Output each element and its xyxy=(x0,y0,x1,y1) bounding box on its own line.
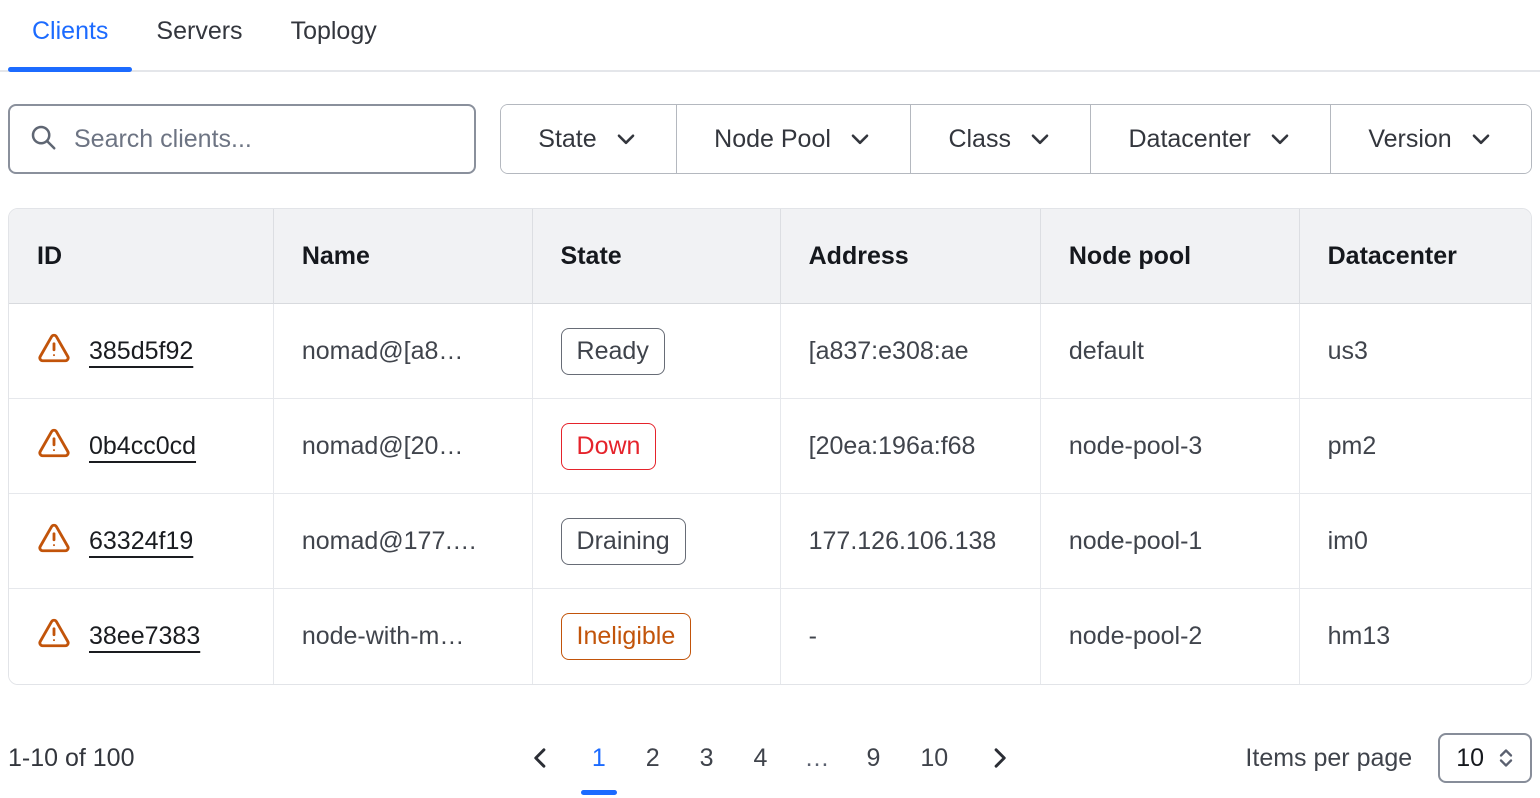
filter-datacenter-label: Datacenter xyxy=(1129,125,1251,154)
column-header-address: Address xyxy=(781,209,1041,304)
page-button-10[interactable]: 10 xyxy=(905,744,963,773)
column-header-state: State xyxy=(533,209,781,304)
client-node-pool: node-pool-2 xyxy=(1041,589,1300,684)
items-per-page-value: 10 xyxy=(1456,744,1484,773)
table-row[interactable]: 0b4cc0cd nomad@[20… Down [20ea:196a:f68 … xyxy=(9,399,1531,494)
filter-version-label: Version xyxy=(1368,125,1451,154)
filter-state-label: State xyxy=(538,125,596,154)
tab-bar: Clients Servers Toplogy xyxy=(0,0,1540,72)
column-header-id: ID xyxy=(9,209,274,304)
client-id-link[interactable]: 38ee7383 xyxy=(89,622,200,651)
pagination-bar: 1-10 of 100 1 2 3 4 … 9 10 Items per pag… xyxy=(0,725,1540,791)
pager: 1 2 3 4 … 9 10 xyxy=(515,736,1025,780)
warning-icon xyxy=(37,331,71,372)
client-node-pool: node-pool-1 xyxy=(1041,494,1300,589)
client-address: - xyxy=(781,589,1041,684)
filter-group: State Node Pool Class Datacenter Version xyxy=(500,104,1532,174)
client-address: [a837:e308:ae xyxy=(781,304,1041,399)
client-name: nomad@[a8… xyxy=(274,304,533,399)
tab-topology[interactable]: Toplogy xyxy=(267,17,401,70)
column-header-node-pool: Node pool xyxy=(1041,209,1300,304)
controls-row: State Node Pool Class Datacenter Version xyxy=(0,104,1540,174)
page-button-1[interactable]: 1 xyxy=(577,744,621,773)
filter-state-button[interactable]: State xyxy=(501,105,676,173)
chevron-left-icon xyxy=(527,744,555,772)
client-datacenter: im0 xyxy=(1300,494,1531,589)
page-button-4[interactable]: 4 xyxy=(739,744,783,773)
chevron-down-icon xyxy=(1468,126,1494,152)
client-id-link[interactable]: 0b4cc0cd xyxy=(89,432,196,461)
table-row[interactable]: 38ee7383 node-with-m… Ineligible - node-… xyxy=(9,589,1531,684)
client-address: [20ea:196a:f68 xyxy=(781,399,1041,494)
client-name: nomad@177.… xyxy=(274,494,533,589)
filter-node-pool-button[interactable]: Node Pool xyxy=(676,105,910,173)
warning-icon xyxy=(37,616,71,657)
chevron-down-icon xyxy=(1027,126,1053,152)
page-button-2[interactable]: 2 xyxy=(631,744,675,773)
items-per-page-label: Items per page xyxy=(1245,744,1412,773)
table-row[interactable]: 63324f19 nomad@177.… Draining 177.126.10… xyxy=(9,494,1531,589)
client-datacenter: us3 xyxy=(1300,304,1531,399)
client-node-pool: default xyxy=(1041,304,1300,399)
state-badge: Ready xyxy=(561,328,665,375)
filter-class-button[interactable]: Class xyxy=(910,105,1090,173)
chevron-up-down-icon xyxy=(1494,746,1518,770)
client-id-link[interactable]: 385d5f92 xyxy=(89,337,193,366)
client-name: node-with-m… xyxy=(274,589,533,684)
column-header-name: Name xyxy=(274,209,533,304)
client-node-pool: node-pool-3 xyxy=(1041,399,1300,494)
chevron-down-icon xyxy=(847,126,873,152)
search-icon xyxy=(28,122,58,157)
filter-node-pool-label: Node Pool xyxy=(714,125,831,154)
tab-servers[interactable]: Servers xyxy=(132,17,266,70)
chevron-down-icon xyxy=(613,126,639,152)
client-id-link[interactable]: 63324f19 xyxy=(89,527,193,556)
search-input[interactable] xyxy=(74,125,456,154)
filter-class-label: Class xyxy=(948,125,1011,154)
warning-icon xyxy=(37,426,71,467)
previous-page-button[interactable] xyxy=(515,736,567,780)
state-badge: Draining xyxy=(561,518,686,565)
state-badge: Ineligible xyxy=(561,613,692,660)
client-datacenter: hm13 xyxy=(1300,589,1531,684)
page-button-3[interactable]: 3 xyxy=(685,744,729,773)
items-per-page-select[interactable]: 10 xyxy=(1438,733,1532,783)
state-badge: Down xyxy=(561,423,657,470)
page-button-9[interactable]: 9 xyxy=(851,744,895,773)
page-ellipsis: … xyxy=(792,744,841,773)
column-header-datacenter: Datacenter xyxy=(1300,209,1531,304)
tab-clients[interactable]: Clients xyxy=(8,17,132,70)
filter-datacenter-button[interactable]: Datacenter xyxy=(1090,105,1330,173)
clients-table: ID Name State Address Node pool Datacent… xyxy=(8,208,1532,685)
next-page-button[interactable] xyxy=(973,736,1025,780)
warning-icon xyxy=(37,521,71,562)
search-box[interactable] xyxy=(8,104,476,174)
chevron-down-icon xyxy=(1267,126,1293,152)
results-range-label: 1-10 of 100 xyxy=(8,744,135,773)
filter-version-button[interactable]: Version xyxy=(1330,105,1531,173)
client-name: nomad@[20… xyxy=(274,399,533,494)
table-row[interactable]: 385d5f92 nomad@[a8… Ready [a837:e308:ae … xyxy=(9,304,1531,399)
chevron-right-icon xyxy=(985,744,1013,772)
client-address: 177.126.106.138 xyxy=(781,494,1041,589)
client-datacenter: pm2 xyxy=(1300,399,1531,494)
table-header-row: ID Name State Address Node pool Datacent… xyxy=(9,209,1531,304)
